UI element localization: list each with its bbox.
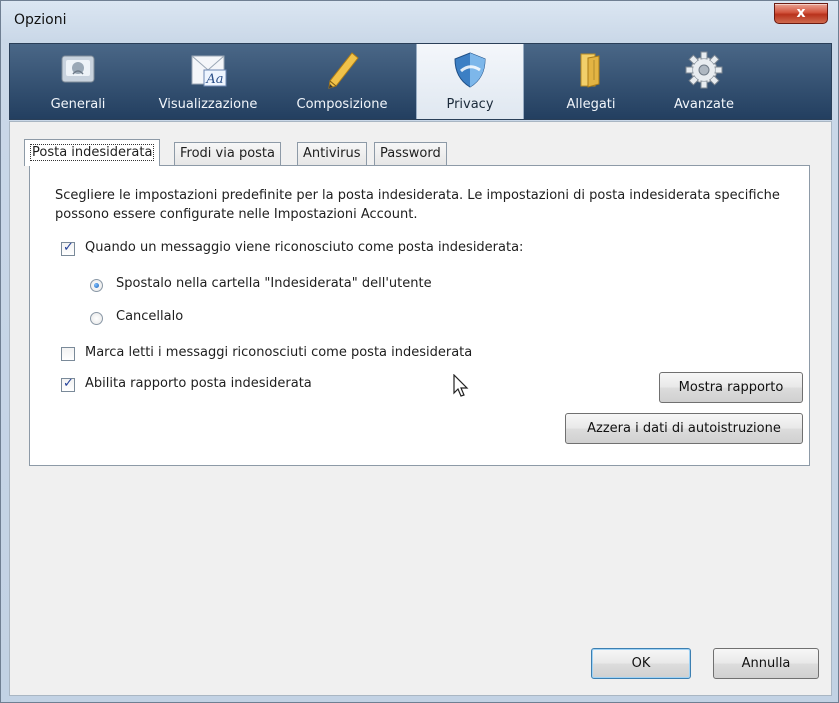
display-icon-text: Aa (205, 72, 223, 87)
privacy-pane: Posta indesiderata Frodi via posta Antiv… (9, 121, 832, 696)
when-junk-checkbox[interactable] (61, 240, 75, 256)
pane-generali-label: Generali (50, 97, 106, 112)
pane-avanzate-button[interactable]: Avanzate (656, 44, 752, 119)
show-log-button[interactable]: Mostra rapporto (659, 372, 803, 403)
pane-composizione-button[interactable]: Composizione (284, 44, 400, 119)
junk-description: Scegliere le impostazioni predefinite pe… (55, 188, 780, 222)
pane-visualizzazione-button[interactable]: Aa Visualizzazione (142, 44, 274, 119)
mouse-pointer-icon (453, 374, 469, 397)
pane-visualizzazione-label: Visualizzazione (158, 97, 258, 112)
move-to-junk-radio[interactable] (90, 279, 103, 292)
mark-read-label: Marca letti i messaggi riconosciuti come… (85, 345, 473, 360)
tab-frodi-via-posta[interactable]: Frodi via posta (174, 142, 281, 165)
pane-composizione-label: Composizione (296, 97, 388, 112)
delete-label: Cancellalo (116, 309, 184, 324)
shield-icon (454, 52, 486, 88)
title-bar[interactable]: Opzioni x (1, 1, 838, 41)
preferences-toolbar: Generali Aa Visualizzazione Composizione (9, 43, 832, 120)
tab-posta-indesiderata[interactable]: Posta indesiderata (24, 139, 161, 166)
tab-password[interactable]: Password (374, 142, 447, 165)
close-button[interactable]: x (774, 3, 828, 24)
pane-privacy-label: Privacy (446, 97, 494, 112)
pencil-icon (328, 52, 359, 89)
display-icon: Aa (191, 55, 227, 87)
options-dialog: Opzioni x Generali Aa Visualizzazione Co… (0, 0, 839, 703)
pane-allegati-button[interactable]: Allegati (546, 44, 636, 119)
mark-read-checkbox[interactable] (61, 347, 75, 361)
pane-generali-button[interactable]: Generali (34, 44, 122, 119)
cancel-button[interactable]: Annulla (713, 648, 819, 679)
general-settings-icon (61, 55, 95, 83)
tab-posta-indesiderata-label: Posta indesiderata (30, 144, 155, 161)
ok-button[interactable]: OK (591, 648, 691, 679)
attachment-folder-icon (580, 53, 600, 88)
junk-mail-panel: Scegliere le impostazioni predefinite pe… (29, 165, 810, 466)
enable-junk-log-label: Abilita rapporto posta indesiderata (85, 376, 312, 391)
move-to-junk-label: Spostalo nella cartella "Indesiderata" d… (116, 276, 432, 291)
reset-training-button[interactable]: Azzera i dati di autoistruzione (565, 413, 803, 444)
pane-privacy-button[interactable]: Privacy (416, 44, 524, 119)
tab-antivirus[interactable]: Antivirus (297, 142, 367, 165)
pane-avanzate-label: Avanzate (674, 97, 734, 112)
window-title: Opzioni (14, 12, 67, 28)
delete-radio[interactable] (90, 312, 103, 325)
when-junk-label: Quando un messaggio viene riconosciuto c… (85, 240, 524, 255)
enable-junk-log-checkbox[interactable] (61, 376, 75, 392)
pane-allegati-label: Allegati (566, 97, 616, 112)
gear-icon (685, 51, 723, 89)
